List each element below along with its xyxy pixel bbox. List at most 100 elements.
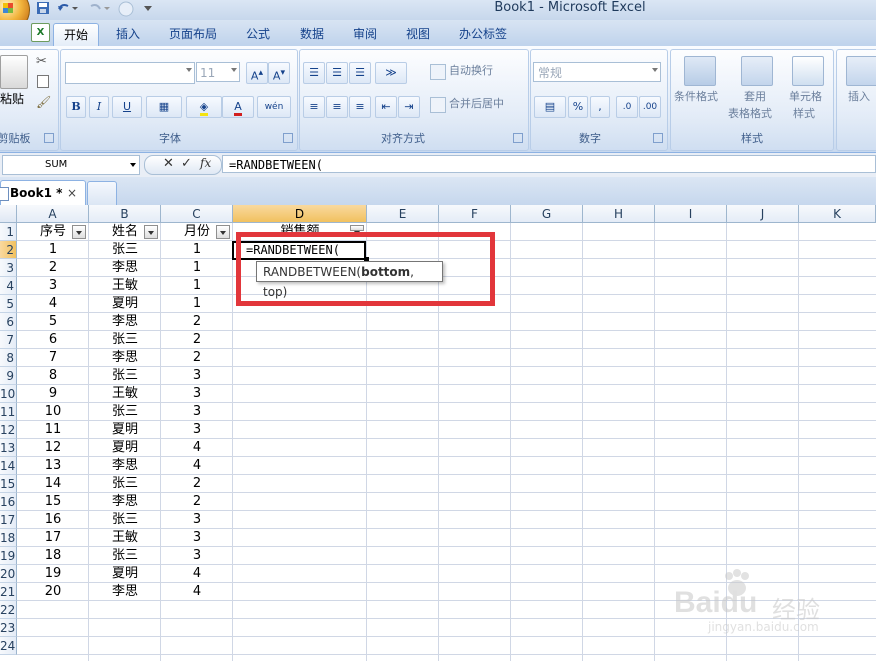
table-cell[interactable]: 10	[17, 403, 89, 421]
cell-styles-label-2[interactable]: 样式	[793, 106, 815, 122]
table-cell[interactable]: 17	[17, 529, 89, 547]
table-cell[interactable]: 4	[161, 583, 233, 601]
row-header-8[interactable]: 8	[0, 349, 17, 367]
row-header-21[interactable]: 21	[0, 583, 17, 601]
row-header-19[interactable]: 19	[0, 547, 17, 565]
align-middle-button[interactable]: ☰	[326, 62, 348, 84]
row-header-7[interactable]: 7	[0, 331, 17, 349]
table-cell[interactable]: 1	[161, 259, 233, 277]
table-cell[interactable]: 6	[17, 331, 89, 349]
row-header-23[interactable]: 23	[0, 619, 17, 637]
phonetic-button[interactable]: wén	[257, 96, 291, 118]
save-icon[interactable]	[36, 1, 50, 17]
table-cell[interactable]: 2	[161, 493, 233, 511]
table-cell[interactable]: 20	[17, 583, 89, 601]
table-cell[interactable]: 张三	[89, 367, 161, 385]
table-cell[interactable]: 张三	[89, 403, 161, 421]
table-cell[interactable]: 1	[17, 241, 89, 259]
filter-dropdown-icon[interactable]	[216, 225, 230, 239]
col-header-h[interactable]: H	[583, 205, 655, 223]
table-cell[interactable]: 3	[161, 367, 233, 385]
table-cell[interactable]: 1	[161, 277, 233, 295]
percent-button[interactable]: %	[568, 96, 588, 118]
font-size-combo[interactable]: 11	[196, 62, 240, 82]
col-header-c[interactable]: C	[161, 205, 233, 223]
table-cell[interactable]: 李思	[89, 259, 161, 277]
align-top-button[interactable]: ☰	[303, 62, 325, 84]
insert-function-icon[interactable]: fx	[200, 156, 211, 170]
select-all-button[interactable]	[0, 205, 17, 223]
number-launcher-icon[interactable]	[653, 133, 663, 143]
col-header-i[interactable]: I	[655, 205, 727, 223]
table-cell[interactable]: 王敏	[89, 277, 161, 295]
table-cell[interactable]: 18	[17, 547, 89, 565]
font-launcher-icon[interactable]	[283, 133, 293, 143]
table-cell[interactable]: 16	[17, 511, 89, 529]
increase-indent-button[interactable]: ⇥	[398, 96, 420, 118]
tab-insert[interactable]: 插入	[106, 23, 150, 45]
table-cell[interactable]: 夏明	[89, 439, 161, 457]
tab-formulas[interactable]: 公式	[236, 23, 280, 45]
table-cell[interactable]: 李思	[89, 349, 161, 367]
decrease-decimal-button[interactable]: .00	[639, 96, 661, 118]
row-header-22[interactable]: 22	[0, 601, 17, 619]
row-header-3[interactable]: 3	[0, 259, 17, 277]
filter-dropdown-icon[interactable]	[144, 225, 158, 239]
alignment-launcher-icon[interactable]	[513, 133, 523, 143]
table-cell[interactable]: 张三	[89, 331, 161, 349]
tab-review[interactable]: 审阅	[343, 23, 387, 45]
row-header-11[interactable]: 11	[0, 403, 17, 421]
merge-center-button[interactable]: 合并后居中	[449, 96, 504, 112]
cut-icon[interactable]: ✂	[36, 54, 47, 69]
table-cell[interactable]: 11	[17, 421, 89, 439]
grow-font-button[interactable]: A▴	[246, 62, 268, 84]
number-format-combo[interactable]: 常规	[533, 62, 661, 82]
table-cell[interactable]: 3	[161, 529, 233, 547]
italic-button[interactable]: I	[89, 96, 109, 118]
row-header-1[interactable]: 1	[0, 223, 17, 241]
table-cell[interactable]: 5	[17, 313, 89, 331]
table-cell[interactable]: 张三	[89, 475, 161, 493]
align-bottom-button[interactable]: ☰	[349, 62, 371, 84]
shrink-font-button[interactable]: A▾	[268, 62, 290, 84]
row-header-17[interactable]: 17	[0, 511, 17, 529]
tab-home[interactable]: 开始	[53, 23, 99, 46]
row-header-18[interactable]: 18	[0, 529, 17, 547]
paste-icon[interactable]	[0, 55, 28, 89]
format-as-table-label-2[interactable]: 表格格式	[728, 106, 772, 122]
row-header-15[interactable]: 15	[0, 475, 17, 493]
table-cell[interactable]: 9	[17, 385, 89, 403]
new-workbook-tab[interactable]	[87, 181, 117, 206]
row-header-16[interactable]: 16	[0, 493, 17, 511]
table-cell[interactable]: 夏明	[89, 421, 161, 439]
col-header-e[interactable]: E	[367, 205, 439, 223]
undo-icon[interactable]	[56, 1, 78, 17]
format-painter-icon[interactable]: 🖌	[36, 95, 51, 109]
table-cell[interactable]: 张三	[89, 511, 161, 529]
table-cell[interactable]: 4	[161, 457, 233, 475]
name-box[interactable]: SUM	[2, 155, 140, 175]
col-header-j[interactable]: J	[727, 205, 799, 223]
col-header-d[interactable]: D	[233, 205, 367, 223]
table-cell[interactable]: 张三	[89, 241, 161, 259]
table-cell[interactable]: 1	[161, 295, 233, 313]
table-cell[interactable]: 李思	[89, 493, 161, 511]
filter-dropdown-icon[interactable]	[72, 225, 86, 239]
table-cell[interactable]: 2	[17, 259, 89, 277]
table-cell[interactable]: 4	[161, 439, 233, 457]
fill-color-button[interactable]: ◈	[186, 96, 222, 118]
row-header-12[interactable]: 12	[0, 421, 17, 439]
table-cell[interactable]: 15	[17, 493, 89, 511]
tab-data[interactable]: 数据	[290, 23, 334, 45]
font-name-combo[interactable]	[65, 62, 195, 84]
filter-dropdown-icon[interactable]	[350, 225, 364, 235]
table-cell[interactable]: 1	[161, 241, 233, 259]
tab-office-tabs[interactable]: 办公标签	[450, 23, 516, 45]
cancel-icon[interactable]: ✕	[163, 156, 174, 171]
currency-button[interactable]: ▤	[534, 96, 566, 118]
table-cell[interactable]: 2	[161, 313, 233, 331]
bold-button[interactable]: B	[66, 96, 86, 118]
table-cell[interactable]: 王敏	[89, 529, 161, 547]
row-header-14[interactable]: 14	[0, 457, 17, 475]
clipboard-launcher-icon[interactable]	[44, 133, 54, 143]
